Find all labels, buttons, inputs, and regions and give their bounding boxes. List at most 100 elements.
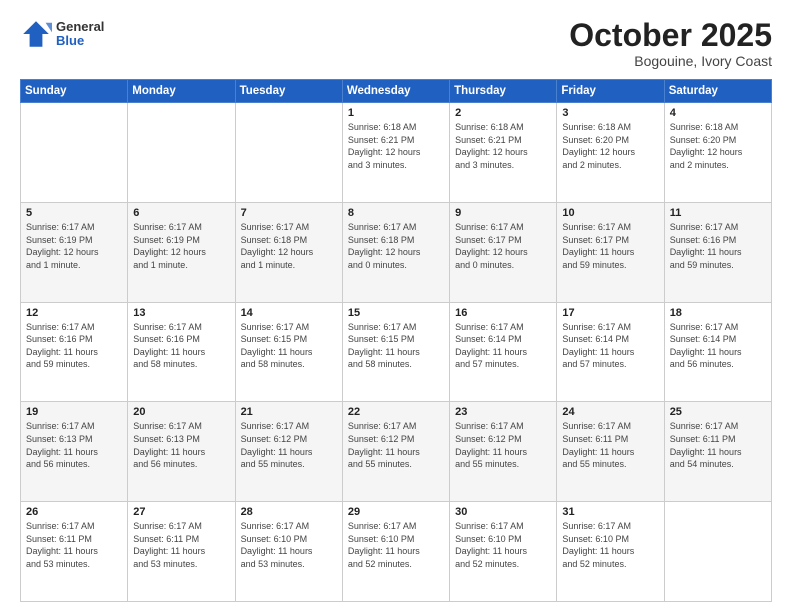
calendar-header-row: Sunday Monday Tuesday Wednesday Thursday…	[21, 80, 772, 103]
day-number: 11	[670, 207, 766, 219]
calendar-cell: 20 Sunrise: 6:17 AM Sunset: 6:13 PM Dayli…	[128, 402, 235, 502]
day-number: 28	[241, 506, 337, 518]
day-info: Sunrise: 6:18 AM Sunset: 6:20 PM Dayligh…	[670, 121, 766, 171]
day-info: Sunrise: 6:17 AM Sunset: 6:11 PM Dayligh…	[562, 420, 658, 470]
calendar-cell: 15Sunrise: 6:17 AM Sunset: 6:15 PM Dayli…	[342, 302, 449, 402]
calendar-cell: 8 Sunrise: 6:17 AM Sunset: 6:18 PM Daylig…	[342, 202, 449, 302]
day-number: 22	[348, 406, 444, 418]
calendar-cell	[21, 103, 128, 203]
logo-blue: Blue	[56, 34, 104, 48]
day-number: 26	[26, 506, 122, 518]
calendar-title: October 2025	[569, 18, 772, 53]
day-number: 9	[455, 207, 551, 219]
logo-icon	[20, 18, 52, 50]
day-info: Sunrise: 6:17 AM Sunset: 6:19 PM Dayligh…	[133, 221, 229, 271]
day-info: Sunrise: 6:17 AM Sunset: 6:10 PM Dayligh…	[348, 520, 444, 570]
day-info: Sunrise: 6:17 AM Sunset: 6:11 PM Dayligh…	[670, 420, 766, 470]
col-tuesday: Tuesday	[235, 80, 342, 103]
calendar-cell: 22Sunrise: 6:17 AM Sunset: 6:12 PM Dayli…	[342, 402, 449, 502]
calendar-cell: 19 Sunrise: 6:17 AM Sunset: 6:13 PM Dayli…	[21, 402, 128, 502]
col-wednesday: Wednesday	[342, 80, 449, 103]
day-number: 6	[133, 207, 229, 219]
day-info: Sunrise: 6:17 AM Sunset: 6:15 PM Dayligh…	[348, 321, 444, 371]
calendar-cell: 28 Sunrise: 6:17 AM Sunset: 6:10 PM Dayli…	[235, 502, 342, 602]
col-saturday: Saturday	[664, 80, 771, 103]
title-block: October 2025 Bogouine, Ivory Coast	[569, 18, 772, 69]
calendar-cell: 3Sunrise: 6:18 AM Sunset: 6:20 PM Daylig…	[557, 103, 664, 203]
day-info: Sunrise: 6:17 AM Sunset: 6:11 PM Dayligh…	[133, 520, 229, 570]
calendar-cell: 30 Sunrise: 6:17 AM Sunset: 6:10 PM Dayli…	[450, 502, 557, 602]
page: General Blue October 2025 Bogouine, Ivor…	[0, 0, 792, 612]
calendar-cell: 18Sunrise: 6:17 AM Sunset: 6:14 PM Dayli…	[664, 302, 771, 402]
logo: General Blue	[20, 18, 104, 50]
logo-text: General Blue	[56, 20, 104, 49]
day-number: 19	[26, 406, 122, 418]
calendar-cell: 7 Sunrise: 6:17 AM Sunset: 6:18 PM Daylig…	[235, 202, 342, 302]
col-sunday: Sunday	[21, 80, 128, 103]
day-info: Sunrise: 6:17 AM Sunset: 6:16 PM Dayligh…	[133, 321, 229, 371]
calendar-cell: 29Sunrise: 6:17 AM Sunset: 6:10 PM Dayli…	[342, 502, 449, 602]
calendar-cell: 17 Sunrise: 6:17 AM Sunset: 6:14 PM Dayli…	[557, 302, 664, 402]
day-number: 17	[562, 307, 658, 319]
calendar-cell: 4 Sunrise: 6:18 AM Sunset: 6:20 PM Daylig…	[664, 103, 771, 203]
day-number: 20	[133, 406, 229, 418]
calendar-table: Sunday Monday Tuesday Wednesday Thursday…	[20, 79, 772, 602]
calendar-cell: 27Sunrise: 6:17 AM Sunset: 6:11 PM Dayli…	[128, 502, 235, 602]
calendar-subtitle: Bogouine, Ivory Coast	[569, 53, 772, 69]
calendar-cell: 31Sunrise: 6:17 AM Sunset: 6:10 PM Dayli…	[557, 502, 664, 602]
day-info: Sunrise: 6:17 AM Sunset: 6:10 PM Dayligh…	[455, 520, 551, 570]
calendar-cell: 14Sunrise: 6:17 AM Sunset: 6:15 PM Dayli…	[235, 302, 342, 402]
day-info: Sunrise: 6:17 AM Sunset: 6:10 PM Dayligh…	[562, 520, 658, 570]
day-info: Sunrise: 6:17 AM Sunset: 6:11 PM Dayligh…	[26, 520, 122, 570]
calendar-cell: 24 Sunrise: 6:17 AM Sunset: 6:11 PM Dayli…	[557, 402, 664, 502]
day-info: Sunrise: 6:17 AM Sunset: 6:18 PM Dayligh…	[241, 221, 337, 271]
day-number: 24	[562, 406, 658, 418]
day-info: Sunrise: 6:17 AM Sunset: 6:12 PM Dayligh…	[241, 420, 337, 470]
calendar-cell: 26 Sunrise: 6:17 AM Sunset: 6:11 PM Dayli…	[21, 502, 128, 602]
day-info: Sunrise: 6:17 AM Sunset: 6:16 PM Dayligh…	[26, 321, 122, 371]
day-number: 21	[241, 406, 337, 418]
calendar-cell: 5Sunrise: 6:17 AM Sunset: 6:19 PM Daylig…	[21, 202, 128, 302]
calendar-cell: 1 Sunrise: 6:18 AM Sunset: 6:21 PM Daylig…	[342, 103, 449, 203]
day-info: Sunrise: 6:17 AM Sunset: 6:17 PM Dayligh…	[455, 221, 551, 271]
day-info: Sunrise: 6:17 AM Sunset: 6:14 PM Dayligh…	[562, 321, 658, 371]
col-monday: Monday	[128, 80, 235, 103]
col-thursday: Thursday	[450, 80, 557, 103]
day-info: Sunrise: 6:17 AM Sunset: 6:12 PM Dayligh…	[455, 420, 551, 470]
calendar-cell: 6 Sunrise: 6:17 AM Sunset: 6:19 PM Daylig…	[128, 202, 235, 302]
day-info: Sunrise: 6:18 AM Sunset: 6:21 PM Dayligh…	[455, 121, 551, 171]
day-info: Sunrise: 6:18 AM Sunset: 6:20 PM Dayligh…	[562, 121, 658, 171]
day-number: 8	[348, 207, 444, 219]
calendar-cell: 16Sunrise: 6:17 AM Sunset: 6:14 PM Dayli…	[450, 302, 557, 402]
calendar-cell: 11 Sunrise: 6:17 AM Sunset: 6:16 PM Dayli…	[664, 202, 771, 302]
day-number: 12	[26, 307, 122, 319]
calendar-cell: 9 Sunrise: 6:17 AM Sunset: 6:17 PM Daylig…	[450, 202, 557, 302]
day-info: Sunrise: 6:17 AM Sunset: 6:16 PM Dayligh…	[670, 221, 766, 271]
day-number: 10	[562, 207, 658, 219]
day-info: Sunrise: 6:17 AM Sunset: 6:13 PM Dayligh…	[133, 420, 229, 470]
calendar-week-4: 19 Sunrise: 6:17 AM Sunset: 6:13 PM Dayli…	[21, 402, 772, 502]
calendar-cell	[235, 103, 342, 203]
day-number: 2	[455, 107, 551, 119]
day-info: Sunrise: 6:17 AM Sunset: 6:13 PM Dayligh…	[26, 420, 122, 470]
day-info: Sunrise: 6:17 AM Sunset: 6:15 PM Dayligh…	[241, 321, 337, 371]
calendar-cell: 12 Sunrise: 6:17 AM Sunset: 6:16 PM Dayli…	[21, 302, 128, 402]
day-number: 1	[348, 107, 444, 119]
calendar-cell	[128, 103, 235, 203]
day-info: Sunrise: 6:17 AM Sunset: 6:18 PM Dayligh…	[348, 221, 444, 271]
day-number: 4	[670, 107, 766, 119]
day-info: Sunrise: 6:17 AM Sunset: 6:14 PM Dayligh…	[455, 321, 551, 371]
day-info: Sunrise: 6:18 AM Sunset: 6:21 PM Dayligh…	[348, 121, 444, 171]
day-number: 30	[455, 506, 551, 518]
day-number: 23	[455, 406, 551, 418]
header: General Blue October 2025 Bogouine, Ivor…	[20, 18, 772, 69]
calendar-cell: 2 Sunrise: 6:18 AM Sunset: 6:21 PM Daylig…	[450, 103, 557, 203]
calendar-week-3: 12 Sunrise: 6:17 AM Sunset: 6:16 PM Dayli…	[21, 302, 772, 402]
day-info: Sunrise: 6:17 AM Sunset: 6:19 PM Dayligh…	[26, 221, 122, 271]
calendar-cell: 10Sunrise: 6:17 AM Sunset: 6:17 PM Dayli…	[557, 202, 664, 302]
calendar-week-1: 1 Sunrise: 6:18 AM Sunset: 6:21 PM Daylig…	[21, 103, 772, 203]
day-info: Sunrise: 6:17 AM Sunset: 6:10 PM Dayligh…	[241, 520, 337, 570]
day-number: 25	[670, 406, 766, 418]
calendar-week-5: 26 Sunrise: 6:17 AM Sunset: 6:11 PM Dayli…	[21, 502, 772, 602]
day-number: 7	[241, 207, 337, 219]
